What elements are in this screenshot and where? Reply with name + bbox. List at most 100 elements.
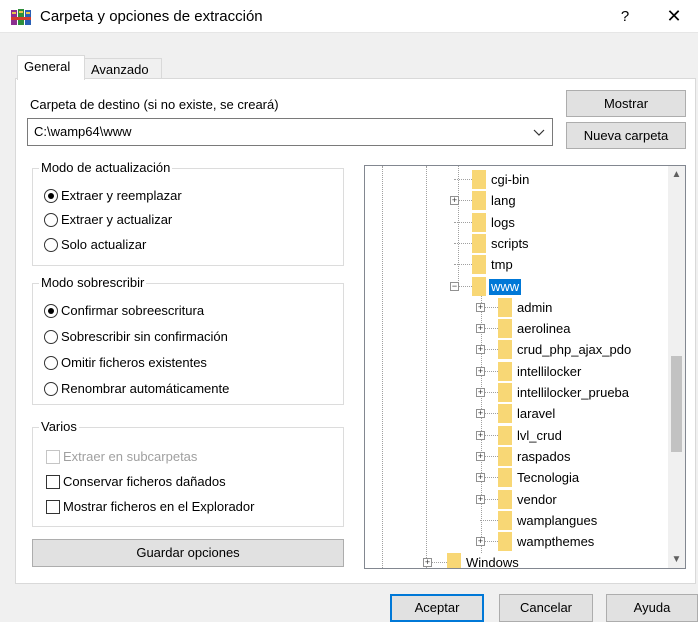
scroll-up-icon[interactable]: ▲ (668, 166, 685, 183)
tree-item-cgi-bin[interactable]: cgi-bin (365, 169, 665, 190)
folder-icon (472, 191, 486, 211)
scroll-down-icon[interactable]: ▼ (668, 551, 685, 568)
checkbox-label: Extraer en subcarpetas (63, 449, 198, 464)
expand-icon[interactable]: + (476, 473, 485, 483)
show-button[interactable]: Mostrar (566, 90, 686, 117)
tree-item-www[interactable]: − www (365, 276, 665, 297)
tree-item-label: scripts (491, 235, 529, 251)
destination-path-combo[interactable]: C:\wamp64\www (27, 118, 553, 146)
tree-item-label: raspados (517, 448, 571, 464)
folder-icon (498, 319, 512, 339)
chevron-down-icon[interactable] (532, 125, 546, 139)
tree-item-label: Tecnologia (517, 470, 580, 486)
expand-icon[interactable]: + (476, 388, 485, 397)
expand-icon[interactable]: + (476, 302, 485, 312)
tree-item-label: wampthemes (517, 534, 595, 550)
tree-item-label: intellilocker_prueba (517, 385, 630, 400)
tree-guide-line (454, 242, 472, 244)
tree-item-label: lvl_crud (517, 427, 562, 443)
expand-icon[interactable]: + (450, 196, 459, 206)
tree-scrollbar[interactable]: ▲ ▼ (668, 166, 685, 568)
tree-guide-line (454, 179, 472, 180)
radio-label: Sobrescribir sin confirmación (61, 329, 228, 344)
tree-item-laravel[interactable]: + laravel (365, 403, 665, 424)
tree-item-label: Windows (466, 555, 519, 569)
tree-item-raspados[interactable]: + raspados (365, 446, 665, 467)
tree-item-intellilocker-prueba[interactable]: + intellilocker_prueba (365, 382, 665, 403)
tree-item-scripts[interactable]: scripts (365, 233, 665, 254)
tree-item-wampthemes[interactable]: + wampthemes (365, 531, 665, 552)
folder-shape (498, 319, 512, 339)
radio-indicator[interactable] (44, 304, 58, 318)
folder-icon (498, 383, 512, 402)
folder-shape (472, 170, 486, 189)
close-icon[interactable]: ✕ (650, 0, 698, 33)
tree-item-tmp[interactable]: tmp (365, 254, 665, 275)
window-title: Carpeta y opciones de extracción (40, 8, 263, 25)
help-title-button[interactable]: ? (606, 0, 644, 33)
checkbox-indicator[interactable] (46, 500, 60, 514)
radio-indicator[interactable] (44, 189, 58, 203)
tree-item-label: laravel (517, 406, 556, 422)
tree-item-tecnologia[interactable]: + Tecnologia (365, 467, 665, 488)
folder-icon (498, 446, 512, 466)
collapse-icon[interactable]: − (450, 281, 459, 291)
radio-indicator[interactable] (44, 382, 58, 396)
expand-icon[interactable]: + (476, 494, 485, 504)
folder-shape (498, 532, 512, 552)
update-mode-title: Modo de actualización (39, 160, 173, 175)
folder-shape (498, 510, 512, 530)
folder-icon (498, 489, 512, 509)
tree-item-admin[interactable]: + admin (365, 297, 665, 318)
checkbox-indicator[interactable] (46, 475, 60, 489)
folder-shape (498, 361, 512, 381)
tab-advanced[interactable]: Avanzado (84, 58, 162, 80)
cancel-button[interactable]: Cancelar (499, 594, 593, 622)
expand-icon[interactable]: + (476, 324, 485, 334)
tree-item-lang[interactable]: + lang (365, 190, 665, 211)
misc-title: Varios (39, 419, 79, 434)
help-button[interactable]: Ayuda (606, 594, 698, 622)
tab-general[interactable]: General (17, 55, 85, 80)
folder-shape (498, 383, 512, 402)
radio-indicator[interactable] (44, 238, 58, 252)
folder-shape (498, 489, 512, 509)
tree-item-aerolinea[interactable]: + aerolinea (365, 318, 665, 339)
radio-indicator[interactable] (44, 356, 58, 370)
tree-item-wamplangues[interactable]: wamplangues (365, 510, 665, 531)
tree-item-label: tmp (491, 257, 513, 273)
scroll-thumb[interactable] (671, 356, 682, 452)
folder-shape (472, 191, 486, 211)
extraction-dialog: Carpeta y opciones de extracción ? ✕ Gen… (0, 0, 698, 622)
accept-button[interactable]: Aceptar (390, 594, 484, 622)
expand-icon[interactable]: + (476, 430, 485, 440)
tree-item-label: aerolinea (517, 321, 571, 337)
folder-icon (498, 361, 512, 381)
tree-item-windows[interactable]: + Windows (365, 552, 665, 569)
tree-item-crud-php-ajax-pdo[interactable]: + crud_php_ajax_pdo (365, 339, 665, 360)
tree-item-label: vendor (517, 491, 557, 507)
expand-icon[interactable]: + (476, 537, 485, 547)
tree-item-vendor[interactable]: + vendor (365, 489, 665, 510)
destination-label: Carpeta de destino (si no existe, se cre… (30, 97, 279, 112)
expand-icon[interactable]: + (476, 345, 485, 355)
expand-icon[interactable]: + (423, 558, 432, 567)
tree-item-intellilocker[interactable]: + intellilocker (365, 361, 665, 382)
radio-indicator[interactable] (44, 330, 58, 344)
expand-icon[interactable]: + (476, 366, 485, 376)
radio-indicator[interactable] (44, 213, 58, 227)
folder-tree[interactable]: cgi-bin + lang logs scripts tmp − www + admin + aer… (364, 165, 686, 569)
tree-item-lvl-crud[interactable]: + lvl_crud (365, 425, 665, 446)
checkbox-indicator[interactable] (46, 450, 60, 464)
tree-item-logs[interactable]: logs (365, 212, 665, 233)
radio-label: Confirmar sobreescritura (61, 303, 205, 318)
expand-icon[interactable]: + (476, 409, 485, 419)
folder-icon (447, 553, 461, 568)
expand-icon[interactable]: + (476, 451, 485, 461)
folder-shape (498, 340, 512, 360)
save-options-button[interactable]: Guardar opciones (32, 539, 344, 567)
title-bar[interactable]: Carpeta y opciones de extracción ? ✕ (0, 0, 698, 33)
tree-guide-line (454, 264, 472, 266)
new-folder-button[interactable]: Nueva carpeta (566, 122, 686, 149)
folder-shape (472, 276, 486, 296)
